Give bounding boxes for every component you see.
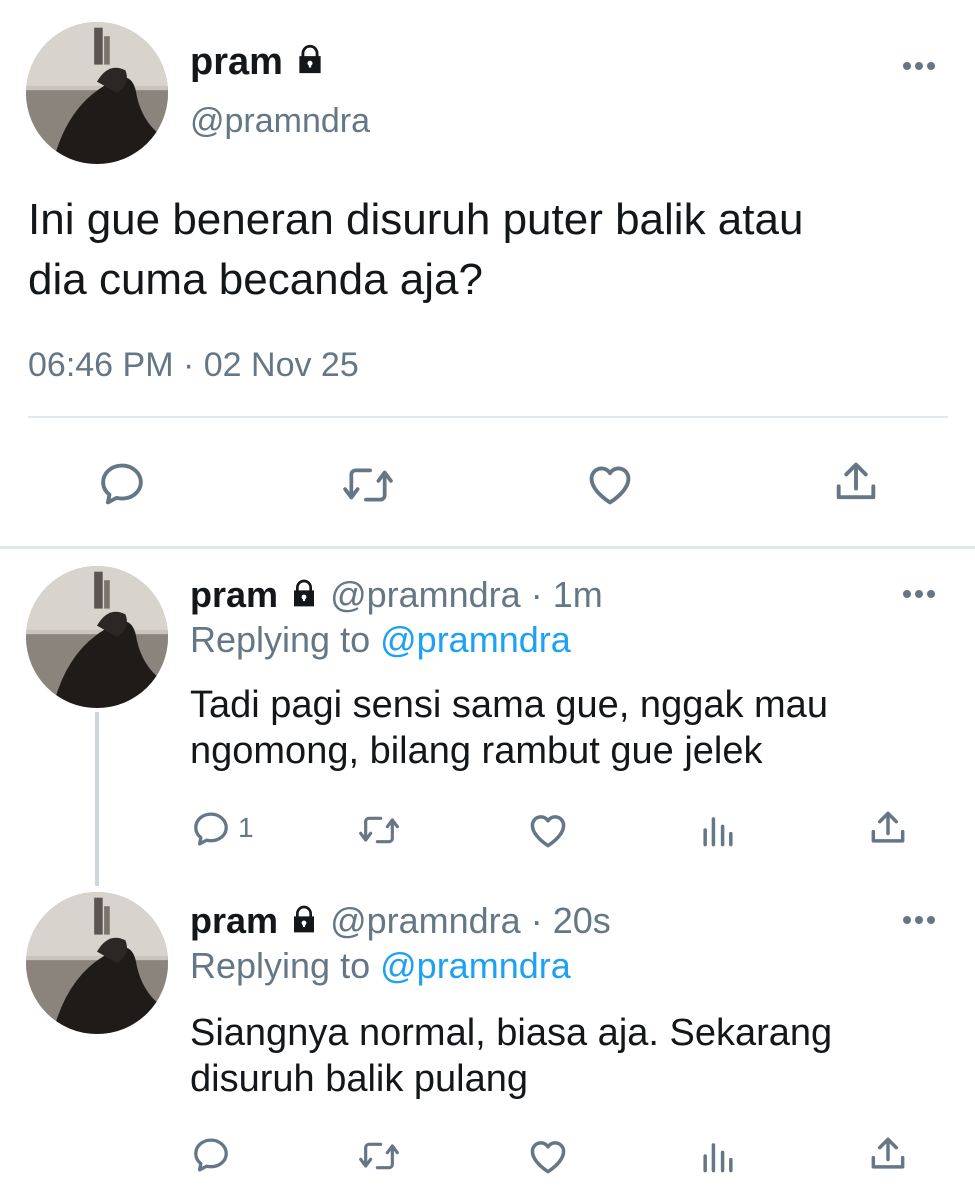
- more-icon: [903, 62, 935, 70]
- avatar[interactable]: [26, 892, 168, 1034]
- share-button[interactable]: [830, 456, 882, 508]
- heart-icon: [530, 815, 566, 848]
- more-icon: [903, 916, 935, 924]
- heart-icon: [589, 466, 631, 505]
- display-name-text: pram: [190, 41, 283, 83]
- display-name[interactable]: pram: [190, 40, 327, 86]
- avatar[interactable]: [26, 22, 168, 164]
- handle[interactable]: @pramndra: [190, 100, 370, 142]
- tweet-text: Ini gue beneran disuruh puter balik atau…: [28, 190, 958, 310]
- like-button[interactable]: [584, 458, 636, 510]
- share-icon: [836, 462, 876, 500]
- avatar-photo: [26, 566, 168, 708]
- avatar-photo: [26, 892, 168, 1034]
- reply-button[interactable]: [190, 1134, 232, 1176]
- reply-icon: [194, 812, 228, 846]
- analytics-icon: [703, 1143, 733, 1173]
- replying-to-label: Replying to: [190, 619, 371, 660]
- like-button[interactable]: [526, 1134, 570, 1178]
- more-options-button[interactable]: [902, 588, 936, 600]
- handle[interactable]: @pramndra: [330, 900, 521, 941]
- retweet-button[interactable]: [340, 460, 396, 510]
- share-icon: [871, 1137, 905, 1169]
- replying-to: Replying to @pramndra: [190, 618, 571, 662]
- reply-text-line: disuruh balik pulang: [190, 1058, 529, 1100]
- section-divider: [0, 546, 975, 549]
- reply-button[interactable]: [96, 458, 148, 510]
- display-name[interactable]: pram: [190, 900, 278, 941]
- display-name[interactable]: pram: [190, 574, 278, 615]
- retweet-icon: [359, 816, 399, 844]
- divider: [28, 416, 948, 418]
- replying-to-handle[interactable]: @pramndra: [380, 945, 571, 986]
- analytics-button[interactable]: [696, 808, 740, 852]
- avatar-photo: [26, 22, 168, 164]
- share-button[interactable]: [866, 806, 910, 850]
- reply-header: pram @pramndra · 1m: [190, 574, 603, 618]
- tweet-text-line: dia cuma becanda aja?: [28, 255, 483, 304]
- handle[interactable]: @pramndra: [330, 574, 521, 615]
- more-options-button[interactable]: [902, 914, 936, 926]
- reply-text-line: ngomong, bilang rambut gue jelek: [190, 730, 763, 772]
- timestamp[interactable]: 06:46 PM · 02 Nov 25: [28, 344, 359, 386]
- more-icon: [903, 590, 935, 598]
- thread-line: [95, 712, 99, 886]
- reply-text: Tadi pagi sensi sama gue, nggak mau ngom…: [190, 682, 950, 774]
- reply-text-line: Tadi pagi sensi sama gue, nggak mau: [190, 684, 828, 726]
- retweet-icon: [343, 468, 393, 502]
- tweet-text-line: Ini gue beneran disuruh puter balik atau: [28, 195, 804, 244]
- reply-header: pram @pramndra · 20s: [190, 900, 611, 944]
- reply-icon: [101, 463, 143, 505]
- lock-icon: [288, 576, 320, 618]
- share-icon: [871, 811, 905, 843]
- analytics-button[interactable]: [696, 1134, 740, 1178]
- retweet-button[interactable]: [356, 810, 402, 850]
- heart-icon: [530, 1141, 566, 1174]
- replying-to-label: Replying to: [190, 945, 371, 986]
- lock-icon: [293, 42, 327, 86]
- relative-time[interactable]: · 1m: [531, 574, 603, 615]
- reply-count: 1: [238, 812, 254, 843]
- reply-icon: [194, 1138, 228, 1172]
- replying-to: Replying to @pramndra: [190, 944, 571, 988]
- lock-icon: [288, 902, 320, 944]
- more-options-button[interactable]: [902, 60, 936, 72]
- reply-text: Siangnya normal, biasa aja. Sekarang dis…: [190, 1010, 950, 1102]
- avatar[interactable]: [26, 566, 168, 708]
- analytics-icon: [703, 817, 733, 847]
- replying-to-handle[interactable]: @pramndra: [380, 619, 571, 660]
- retweet-icon: [359, 1142, 399, 1170]
- reply-text-line: Siangnya normal, biasa aja. Sekarang: [190, 1012, 833, 1054]
- share-button[interactable]: [866, 1132, 910, 1176]
- retweet-button[interactable]: [356, 1136, 402, 1176]
- like-button[interactable]: [526, 808, 570, 852]
- relative-time[interactable]: · 20s: [531, 900, 611, 941]
- reply-button[interactable]: [190, 808, 232, 850]
